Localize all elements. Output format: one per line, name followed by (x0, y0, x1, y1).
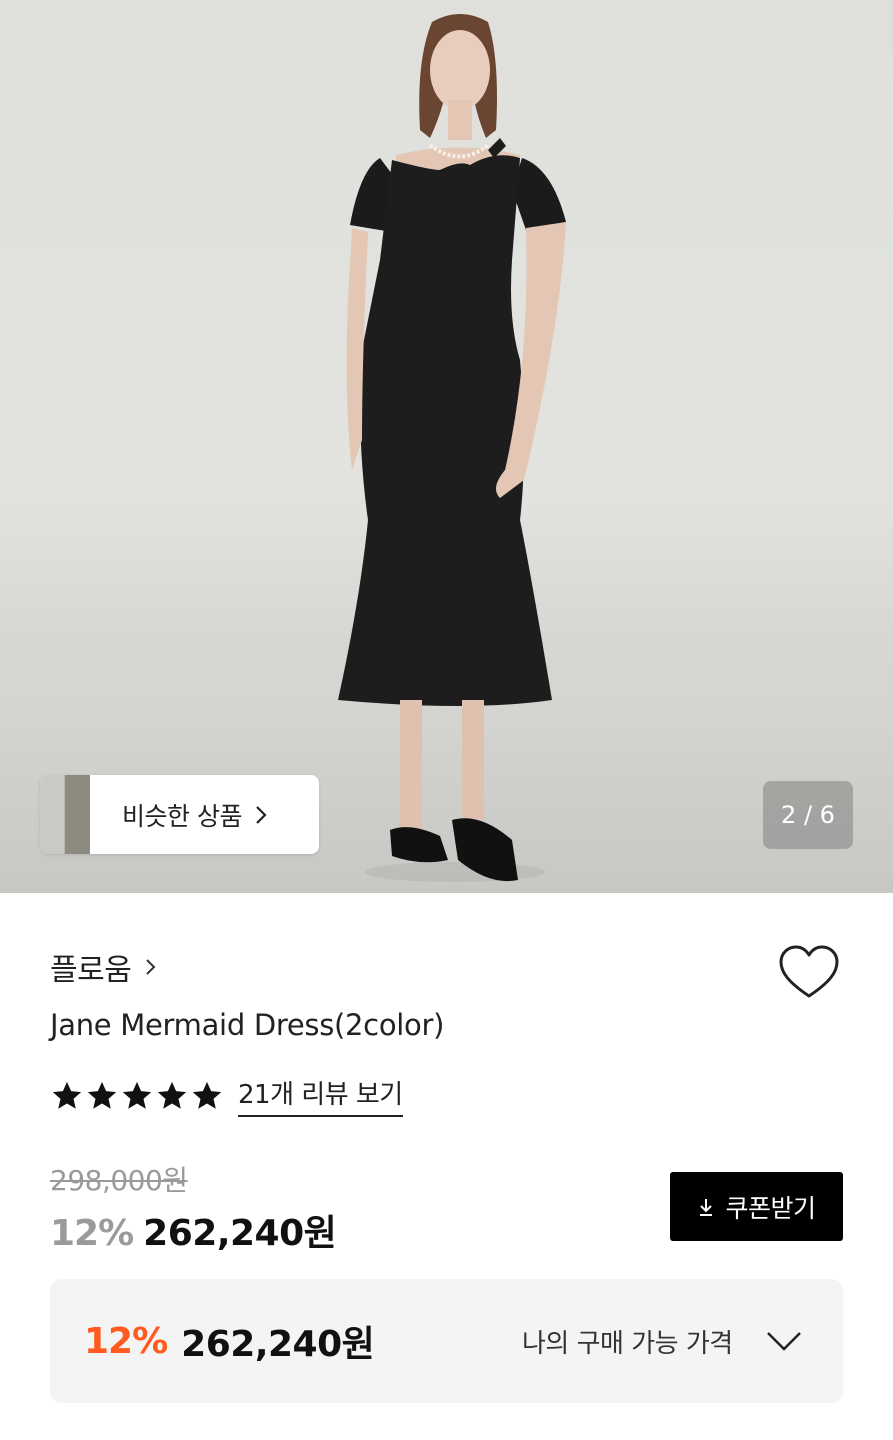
my-price-panel[interactable]: 12% 262,240원 나의 구매 가능 가격 (50, 1279, 843, 1403)
my-price-label: 나의 구매 가능 가격 (522, 1329, 733, 1359)
star-icon (192, 1081, 222, 1109)
brand-name: 플로움 (50, 953, 132, 988)
coupon-label: 쿠폰받기 (725, 1193, 816, 1223)
sale-price-row: 12% 262,240원 (50, 1204, 337, 1256)
sale-price: 262,240원 (143, 1213, 337, 1254)
star-icon (52, 1081, 82, 1109)
chevron-right-icon (146, 959, 156, 975)
my-discount-percent: 12% (84, 1320, 168, 1362)
brand-link[interactable]: 플로움 (50, 945, 157, 989)
rating-row: 21개 리뷰 보기 (50, 1074, 403, 1117)
product-image[interactable]: 비슷한 상품 2 / 6 (0, 0, 893, 893)
discount-percent: 12% (50, 1213, 134, 1254)
image-counter: 2 / 6 (763, 781, 853, 849)
star-rating (50, 1079, 225, 1113)
star-icon (87, 1081, 117, 1109)
star-icon (157, 1081, 187, 1109)
review-link[interactable]: 21개 리뷰 보기 (238, 1074, 403, 1117)
similar-products-button[interactable]: 비슷한 상품 (40, 775, 319, 854)
model-photo (338, 14, 566, 882)
similar-products-label: 비슷한 상품 (122, 801, 242, 831)
coupon-button[interactable]: 쿠폰받기 (670, 1172, 843, 1241)
similar-products-thumbnail (40, 775, 90, 854)
star-icon (122, 1081, 152, 1109)
download-icon (700, 1198, 713, 1216)
chevron-down-icon[interactable] (766, 1331, 802, 1351)
original-price: 298,000원 (50, 1164, 188, 1197)
my-price-amount: 262,240원 (181, 1324, 375, 1365)
product-title: Jane Mermaid Dress(2color) (50, 1008, 445, 1042)
heart-icon[interactable] (778, 944, 840, 1002)
chevron-right-icon (256, 805, 267, 824)
